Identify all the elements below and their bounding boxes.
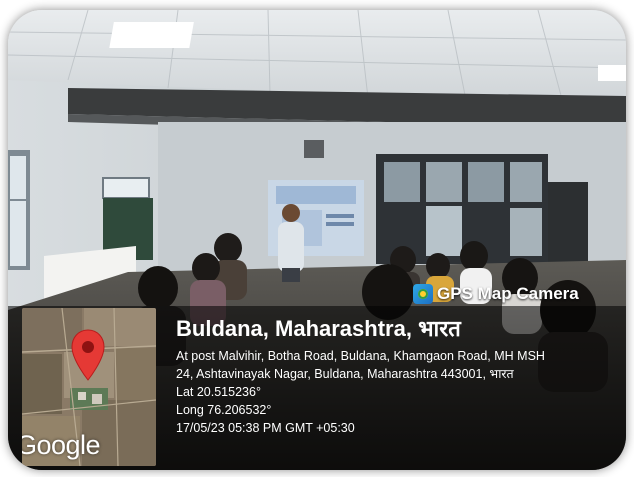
- address-line-1: At post Malvihir, Botha Road, Buldana, K…: [176, 349, 545, 363]
- map-pin-icon: [71, 329, 105, 381]
- location-title: Buldana, Maharashtra, भारत: [176, 316, 461, 341]
- gps-map-camera-badge: GPS Map Camera: [413, 282, 579, 306]
- app-name: GPS Map Camera: [437, 284, 579, 303]
- latitude: Lat 20.515236°: [176, 385, 261, 399]
- google-logo: Google: [22, 430, 101, 460]
- map-thumbnail: Google: [22, 308, 156, 466]
- address-line-2: 24, Ashtavinayak Nagar, Buldana, Maharas…: [176, 367, 514, 381]
- longitude: Long 76.206532°: [176, 403, 272, 417]
- photo-frame: Google GPS Map Camera Buldana, Maharasht…: [8, 10, 626, 470]
- location-info: Buldana, Maharashtra, भारत At post Malvi…: [176, 316, 621, 437]
- gps-map-camera-icon: [413, 284, 433, 304]
- timestamp: 17/05/23 05:38 PM GMT +05:30: [176, 421, 355, 435]
